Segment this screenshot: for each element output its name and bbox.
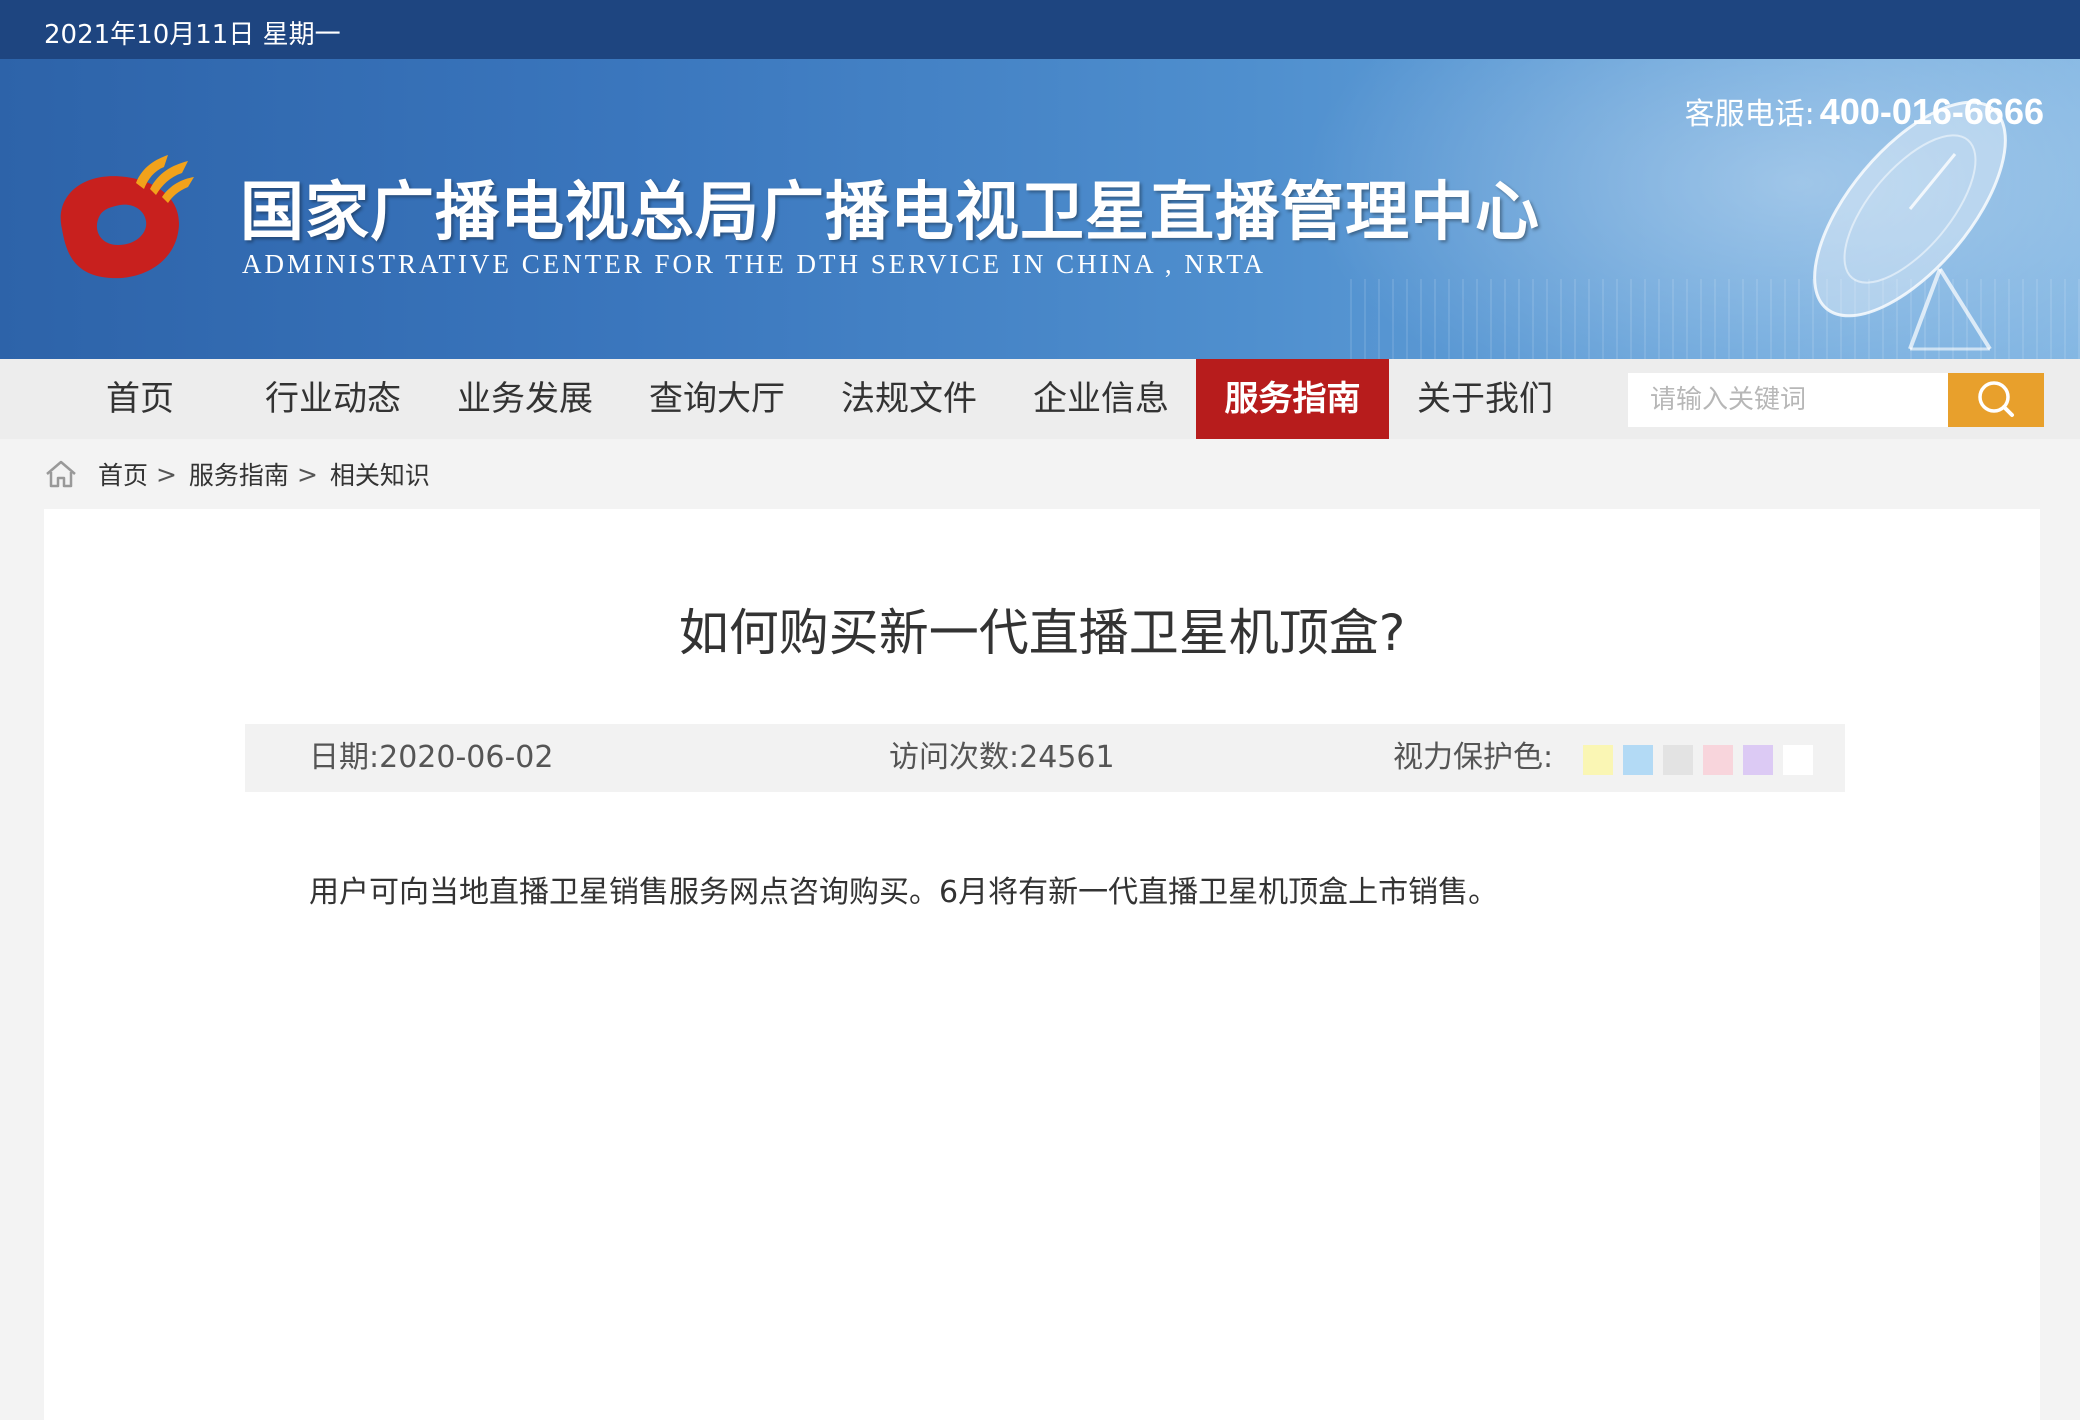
article-visits: 访问次数:24561 bbox=[889, 724, 1115, 792]
eye-protection-label: 视力保护色: bbox=[1393, 740, 1554, 775]
hotline-label: 客服电话: bbox=[1684, 97, 1815, 132]
breadcrumb-current[interactable]: 相关知识 bbox=[330, 456, 430, 492]
breadcrumb-separator: > bbox=[296, 459, 318, 489]
home-icon[interactable] bbox=[44, 459, 78, 489]
search-button[interactable] bbox=[1948, 373, 2044, 427]
nav-item-industry-news[interactable]: 行业动态 bbox=[258, 359, 408, 439]
top-bar: 2021年10月11日 星期一 bbox=[0, 0, 2080, 59]
eye-color-pink[interactable] bbox=[1703, 745, 1733, 775]
eye-color-gray[interactable] bbox=[1663, 745, 1693, 775]
main-nav: 首页 行业动态 业务发展 查询大厅 法规文件 企业信息 服务指南 关于我们 bbox=[0, 359, 2080, 439]
eye-color-white[interactable] bbox=[1783, 745, 1813, 775]
nav-item-enterprise[interactable]: 企业信息 bbox=[1026, 359, 1176, 439]
hotline: 客服电话: 400-016-6666 bbox=[1685, 89, 2044, 133]
nav-item-query-hall[interactable]: 查询大厅 bbox=[642, 359, 792, 439]
search-icon bbox=[1978, 381, 2014, 417]
nav-item-business[interactable]: 业务发展 bbox=[450, 359, 600, 439]
article-body: 用户可向当地直播卫星销售服务网点咨询购买。6月将有新一代直播卫星机顶盒上市销售。 bbox=[309, 875, 1499, 910]
breadcrumb-home[interactable]: 首页 bbox=[98, 456, 148, 492]
date-label: 日期: bbox=[309, 740, 380, 775]
article-date: 日期:2020-06-02 bbox=[309, 724, 553, 792]
nav-item-home[interactable]: 首页 bbox=[70, 359, 210, 439]
breadcrumb-separator: > bbox=[155, 459, 177, 489]
article-card: 如何购买新一代直播卫星机顶盒? 日期:2020-06-02 访问次数:24561… bbox=[44, 509, 2040, 1420]
article-meta: 日期:2020-06-02 访问次数:24561 视力保护色: bbox=[245, 724, 1845, 792]
eye-color-yellow[interactable] bbox=[1583, 745, 1613, 775]
search-input[interactable] bbox=[1628, 373, 1948, 427]
satellite-dish-icon bbox=[1813, 100, 2007, 351]
nav-item-about[interactable]: 关于我们 bbox=[1410, 359, 1560, 439]
site-title: 国家广播电视总局广播电视卫星直播管理中心 bbox=[240, 176, 1540, 250]
current-date: 2021年10月11日 星期一 bbox=[44, 20, 341, 50]
nav-item-service-guide[interactable]: 服务指南 bbox=[1196, 359, 1389, 439]
eye-color-blue[interactable] bbox=[1623, 745, 1653, 775]
breadcrumb-service-guide[interactable]: 服务指南 bbox=[189, 456, 289, 492]
hotline-number: 400-016-6666 bbox=[1819, 91, 2044, 132]
breadcrumb: 首页 > 服务指南 > 相关知识 bbox=[44, 456, 430, 496]
visits-value: 24561 bbox=[1019, 740, 1115, 775]
nav-item-regulations[interactable]: 法规文件 bbox=[834, 359, 984, 439]
date-value: 2020-06-02 bbox=[379, 740, 554, 775]
site-subtitle: ADMINISTRATIVE CENTER FOR THE DTH SERVIC… bbox=[242, 249, 1267, 279]
eye-color-purple[interactable] bbox=[1743, 745, 1773, 775]
logo-icon bbox=[60, 155, 194, 279]
article-title: 如何购买新一代直播卫星机顶盒? bbox=[678, 604, 1406, 662]
visits-label: 访问次数: bbox=[889, 740, 1020, 775]
header-banner: 国家广播电视总局广播电视卫星直播管理中心 ADMINISTRATIVE CENT… bbox=[0, 59, 2080, 359]
